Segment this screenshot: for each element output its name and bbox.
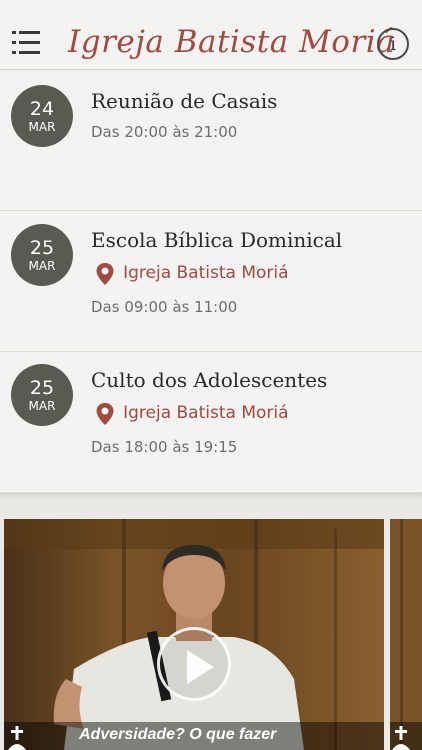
- date-badge: 24 MAR: [11, 85, 73, 147]
- app-title: Igreja Batista Moriá: [68, 24, 396, 60]
- event-time: Das 18:00 às 19:15: [91, 438, 238, 456]
- app-header: Igreja Batista Moriá i: [0, 0, 422, 70]
- location-pin-icon: [96, 403, 114, 425]
- events-list: 24 MAR Reunião de Casais Das 20:00 às 21…: [0, 71, 422, 493]
- event-day: 25: [29, 237, 55, 259]
- location-pin-icon: [96, 263, 114, 285]
- section-divider: [0, 493, 422, 499]
- church-logo-icon: [8, 726, 26, 750]
- event-time: Das 09:00 às 11:00: [91, 298, 238, 316]
- video-caption: Adversidade? O que fazer: [79, 726, 277, 743]
- event-day: 24: [29, 98, 55, 120]
- video-thumbnail: [390, 519, 422, 750]
- video-card[interactable]: Adversidade? O que fazer: [4, 519, 384, 750]
- event-title: Reunião de Casais: [91, 89, 278, 113]
- play-icon[interactable]: [157, 627, 231, 701]
- event-location[interactable]: Igreja Batista Moriá: [95, 262, 289, 285]
- menu-icon[interactable]: [12, 31, 42, 55]
- event-item[interactable]: 24 MAR Reunião de Casais Das 20:00 às 21…: [0, 71, 422, 211]
- video-card-next[interactable]: [390, 519, 422, 750]
- event-day: 25: [29, 377, 55, 399]
- location-label: Igreja Batista Moriá: [123, 263, 289, 283]
- date-badge: 25 MAR: [11, 364, 73, 426]
- date-badge: 25 MAR: [11, 224, 73, 286]
- event-month: MAR: [28, 259, 56, 273]
- event-time: Das 20:00 às 21:00: [91, 123, 238, 141]
- event-title: Escola Bíblica Dominical: [91, 228, 343, 252]
- info-icon[interactable]: i: [377, 28, 409, 60]
- event-month: MAR: [28, 399, 56, 413]
- church-logo-icon: [392, 726, 410, 750]
- event-location[interactable]: Igreja Batista Moriá: [95, 402, 289, 425]
- event-item[interactable]: 25 MAR Escola Bíblica Dominical Igreja B…: [0, 212, 422, 352]
- event-item[interactable]: 25 MAR Culto dos Adolescentes Igreja Bat…: [0, 353, 422, 493]
- event-month: MAR: [28, 120, 56, 134]
- location-label: Igreja Batista Moriá: [123, 403, 289, 423]
- event-title: Culto dos Adolescentes: [91, 368, 328, 392]
